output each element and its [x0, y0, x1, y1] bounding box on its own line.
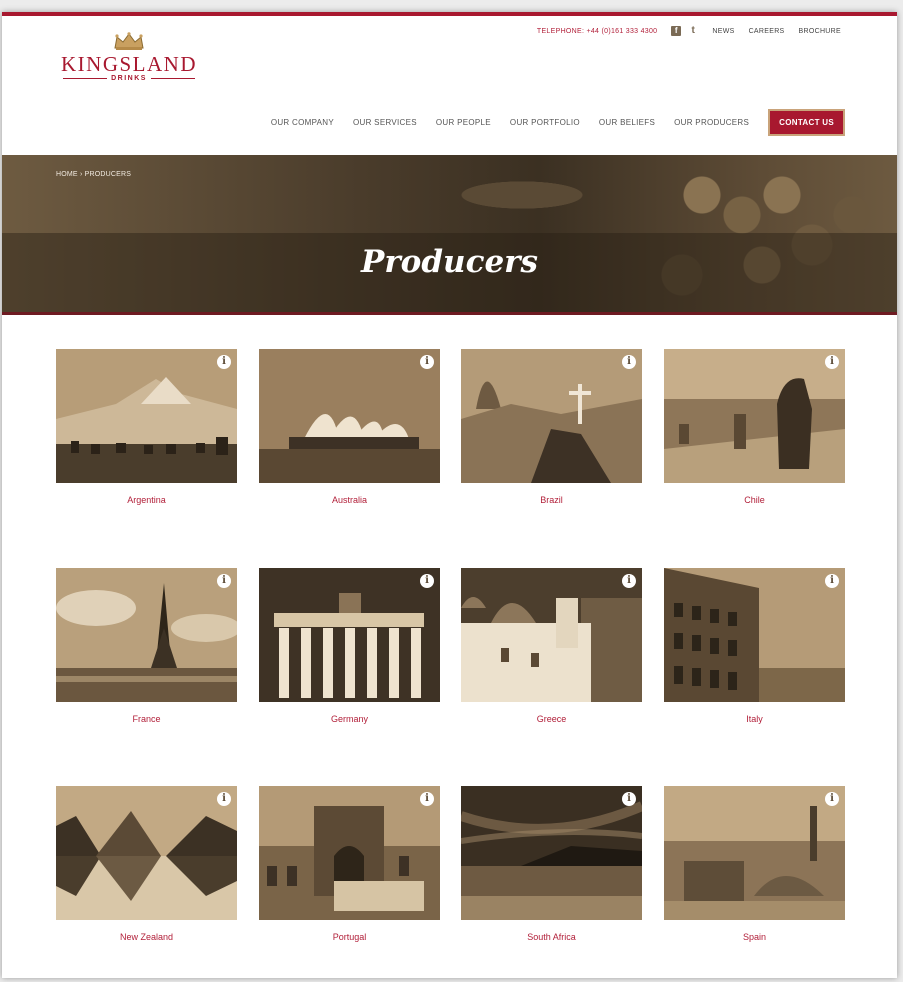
- argentina-photo: [56, 349, 237, 483]
- producer-image-chile[interactable]: i: [664, 349, 845, 483]
- italy-photo: [664, 568, 845, 702]
- nav-our-people[interactable]: OUR PEOPLE: [436, 118, 491, 127]
- producer-label-spain[interactable]: Spain: [664, 932, 845, 942]
- south-africa-photo: [461, 786, 642, 920]
- logo-wordmark: KINGSLAND: [61, 52, 197, 76]
- info-icon[interactable]: i: [622, 792, 636, 806]
- producer-image-spain[interactable]: i: [664, 786, 845, 920]
- twitter-icon[interactable]: t: [688, 26, 698, 36]
- social-links: f t: [671, 26, 698, 36]
- brochure-link[interactable]: BROCHURE: [799, 28, 841, 35]
- page-title: Producers: [361, 244, 538, 280]
- top-utility-bar: TELEPHONE: +44 (0)161 333 4300 f t NEWS …: [537, 26, 841, 36]
- facebook-icon[interactable]: f: [671, 26, 682, 36]
- info-icon[interactable]: i: [217, 574, 231, 588]
- logo-rule-left: [63, 78, 108, 79]
- australia-photo: [259, 349, 440, 483]
- producer-card-portugal[interactable]: i Portugal: [259, 786, 440, 942]
- portugal-photo: [259, 786, 440, 920]
- producer-label-chile[interactable]: Chile: [664, 495, 845, 505]
- producer-label-portugal[interactable]: Portugal: [259, 932, 440, 942]
- nav-our-producers[interactable]: OUR PRODUCERS: [674, 118, 749, 127]
- producer-card-spain[interactable]: i Spain: [664, 786, 845, 942]
- nav-our-company[interactable]: OUR COMPANY: [271, 118, 334, 127]
- careers-link[interactable]: CAREERS: [749, 28, 785, 35]
- producer-label-argentina[interactable]: Argentina: [56, 495, 237, 505]
- producer-label-france[interactable]: France: [56, 714, 237, 724]
- producer-card-greece[interactable]: i Greece: [461, 568, 642, 724]
- producer-card-australia[interactable]: i Australia: [259, 349, 440, 505]
- nav-our-services[interactable]: OUR SERVICES: [353, 118, 417, 127]
- info-icon[interactable]: i: [825, 792, 839, 806]
- germany-photo: [259, 568, 440, 702]
- producer-image-south-africa[interactable]: i: [461, 786, 642, 920]
- nav-our-beliefs[interactable]: OUR BELIEFS: [599, 118, 655, 127]
- producer-card-italy[interactable]: i Italy: [664, 568, 845, 724]
- chile-photo: [664, 349, 845, 483]
- producer-card-germany[interactable]: i Germany: [259, 568, 440, 724]
- producer-label-germany[interactable]: Germany: [259, 714, 440, 724]
- news-link[interactable]: NEWS: [712, 28, 734, 35]
- site-logo[interactable]: KINGSLAND DRINKS: [54, 32, 204, 92]
- producer-image-new-zealand[interactable]: i: [56, 786, 237, 920]
- producer-label-greece[interactable]: Greece: [461, 714, 642, 724]
- producer-image-portugal[interactable]: i: [259, 786, 440, 920]
- producer-card-chile[interactable]: i Chile: [664, 349, 845, 505]
- producer-image-italy[interactable]: i: [664, 568, 845, 702]
- spain-photo: [664, 786, 845, 920]
- producer-image-australia[interactable]: i: [259, 349, 440, 483]
- producer-label-australia[interactable]: Australia: [259, 495, 440, 505]
- producer-label-south-africa[interactable]: South Africa: [461, 932, 642, 942]
- info-icon[interactable]: i: [420, 792, 434, 806]
- crown-icon: [114, 32, 144, 50]
- brazil-photo: [461, 349, 642, 483]
- info-icon[interactable]: i: [622, 574, 636, 588]
- hero-banner: HOME › PRODUCERS Producers: [2, 155, 897, 315]
- info-icon[interactable]: i: [825, 574, 839, 588]
- producer-card-brazil[interactable]: i Brazil: [461, 349, 642, 505]
- info-icon[interactable]: i: [217, 355, 231, 369]
- info-icon[interactable]: i: [420, 355, 434, 369]
- producer-card-france[interactable]: i France: [56, 568, 237, 724]
- info-icon[interactable]: i: [622, 355, 636, 369]
- producer-card-south-africa[interactable]: i South Africa: [461, 786, 642, 942]
- producer-card-argentina[interactable]: i Argentina: [56, 349, 237, 505]
- new-zealand-photo: [56, 786, 237, 920]
- greece-photo: [461, 568, 642, 702]
- producer-image-argentina[interactable]: i: [56, 349, 237, 483]
- producer-label-italy[interactable]: Italy: [664, 714, 845, 724]
- main-nav: OUR COMPANY OUR SERVICES OUR PEOPLE OUR …: [271, 109, 845, 136]
- breadcrumb[interactable]: HOME › PRODUCERS: [56, 171, 131, 178]
- page: TELEPHONE: +44 (0)161 333 4300 f t NEWS …: [2, 12, 897, 978]
- info-icon[interactable]: i: [217, 792, 231, 806]
- producer-card-new-zealand[interactable]: i New Zealand: [56, 786, 237, 942]
- logo-rule-right: [150, 78, 195, 79]
- producer-image-germany[interactable]: i: [259, 568, 440, 702]
- logo-subtext: DRINKS: [111, 75, 147, 82]
- france-photo: [56, 568, 237, 702]
- info-icon[interactable]: i: [825, 355, 839, 369]
- telephone-link[interactable]: TELEPHONE: +44 (0)161 333 4300: [537, 28, 657, 35]
- producer-label-new-zealand[interactable]: New Zealand: [56, 932, 237, 942]
- nav-our-portfolio[interactable]: OUR PORTFOLIO: [510, 118, 580, 127]
- info-icon[interactable]: i: [420, 574, 434, 588]
- producer-image-france[interactable]: i: [56, 568, 237, 702]
- producer-image-greece[interactable]: i: [461, 568, 642, 702]
- contact-us-button[interactable]: CONTACT US: [768, 109, 845, 136]
- producer-image-brazil[interactable]: i: [461, 349, 642, 483]
- logo-sub-row: DRINKS: [54, 75, 204, 82]
- producer-label-brazil[interactable]: Brazil: [461, 495, 642, 505]
